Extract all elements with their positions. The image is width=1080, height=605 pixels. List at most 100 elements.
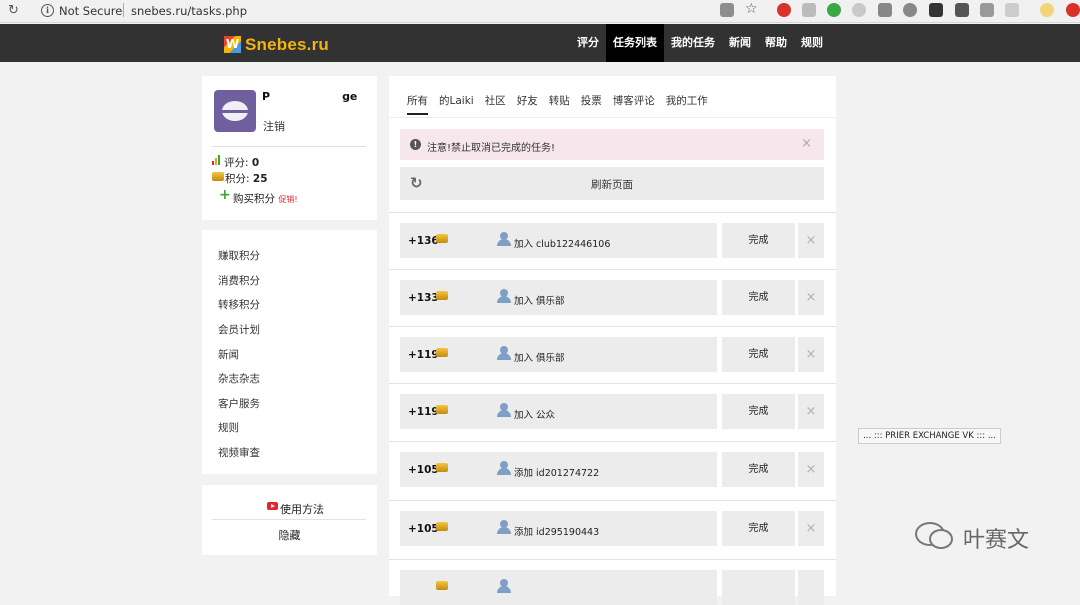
nav-item-rules[interactable]: 规则 [794, 24, 830, 62]
menu-item-spend-points[interactable]: 消费积分 [218, 273, 260, 288]
tab-friends[interactable]: 好友 [517, 93, 538, 115]
close-icon[interactable]: × [798, 511, 824, 546]
complete-button[interactable]: 完成 [722, 280, 795, 315]
complete-button[interactable]: 完成 [722, 452, 795, 487]
complete-button[interactable]: 完成 [722, 337, 795, 372]
refresh-button[interactable]: ↻ 刷新页面 [400, 167, 824, 200]
extension-icon[interactable] [929, 3, 943, 17]
coins-icon [212, 172, 224, 181]
task-link[interactable]: +119 加入 俱乐部 [400, 337, 717, 372]
divider [389, 383, 836, 384]
plus-icon: + [219, 187, 231, 203]
nav-item-news[interactable]: 新闻 [722, 24, 758, 62]
logo-text: Snebes.ru [245, 35, 329, 54]
task-description: 添加 id201274722 [514, 468, 600, 479]
task-points: +105 [408, 523, 439, 535]
extension-icon[interactable] [802, 3, 816, 17]
extension-icon[interactable] [980, 3, 994, 17]
points-label: 积分: [225, 173, 250, 185]
robot-icon[interactable] [903, 3, 917, 17]
menu-item-membership[interactable]: 会员计划 [218, 322, 260, 337]
tab-reposts[interactable]: 转贴 [549, 93, 570, 115]
task-description: 加入 公众 [514, 410, 556, 421]
group-icon [496, 232, 512, 246]
nav-item-help[interactable]: 帮助 [758, 24, 794, 62]
logo-mark-icon: W [224, 36, 241, 53]
extension-icon[interactable] [852, 3, 866, 17]
tab-blog-comments[interactable]: 博客评论 [613, 93, 655, 115]
menu-item-earn-points[interactable]: 赚取积分 [218, 248, 260, 263]
refresh-label: 刷新页面 [591, 179, 633, 191]
site-header: W Snebes.ru 评分 任务列表 我的任务 新闻 帮助 规则 [0, 24, 1080, 62]
camera-icon[interactable] [878, 3, 892, 17]
vk-exchange-widget[interactable]: ... ::: PRIER EXCHANGE VK ::: ... [858, 428, 1001, 444]
evernote-icon[interactable] [827, 3, 841, 17]
close-icon[interactable]: × [798, 337, 824, 372]
avatar[interactable] [214, 90, 256, 132]
tab-polls[interactable]: 投票 [581, 93, 602, 115]
divider [212, 519, 366, 520]
coins-icon [436, 234, 448, 243]
complete-button[interactable]: 完成 [722, 511, 795, 546]
task-link[interactable]: +136 加入 club122446106 [400, 223, 717, 258]
task-link[interactable]: +133 加入 俱乐部 [400, 280, 717, 315]
info-icon[interactable]: i [41, 4, 54, 17]
reload-icon[interactable]: ↻ [8, 3, 19, 18]
complete-button[interactable]: 完成 [722, 394, 795, 429]
menu-item-video-review[interactable]: 视频审查 [218, 445, 260, 460]
adblock-icon[interactable] [777, 3, 791, 17]
security-label: Not Secure [59, 4, 123, 18]
profile-avatar-icon[interactable] [1040, 3, 1054, 17]
logout-link[interactable]: 注销 [263, 118, 285, 134]
hide-link[interactable]: 隐藏 [202, 527, 377, 543]
translate-icon[interactable] [720, 3, 734, 17]
tab-laiki[interactable]: 的Laiki [439, 93, 474, 115]
complete-button[interactable]: 完成 [722, 223, 795, 258]
user-icon [496, 461, 512, 475]
profile-panel: Pge 注销 评分: 0 积分: 25 + 购买积分 促销! [202, 76, 377, 220]
extension-icon[interactable] [1066, 3, 1080, 17]
divider [389, 269, 836, 270]
divider [389, 212, 836, 213]
buy-points-label: 购买积分 [233, 193, 275, 205]
bookmark-star-icon[interactable]: ☆ [745, 1, 758, 17]
close-icon[interactable]: × [798, 452, 824, 487]
close-icon[interactable] [798, 570, 824, 605]
username: Pge [262, 90, 358, 103]
group-icon [496, 403, 512, 417]
nav-item-my-tasks[interactable]: 我的任务 [664, 24, 722, 62]
nav-item-rating[interactable]: 评分 [570, 24, 606, 62]
coins-icon [436, 291, 448, 300]
menu-item-news[interactable]: 新闻 [218, 347, 239, 362]
close-icon[interactable]: × [798, 223, 824, 258]
divider [389, 559, 836, 560]
complete-button[interactable] [722, 570, 795, 605]
task-link[interactable] [400, 570, 717, 605]
close-icon[interactable]: × [801, 136, 812, 151]
menu-item-rules[interactable]: 规则 [218, 420, 239, 435]
menu-item-magazine[interactable]: 杂志杂志 [218, 371, 260, 386]
points-value: 25 [252, 173, 268, 185]
usage-link[interactable]: 使用方法 [280, 501, 324, 517]
menu-item-support[interactable]: 客户服务 [218, 396, 260, 411]
extension-icon[interactable] [955, 3, 969, 17]
nav-item-task-list[interactable]: 任务列表 [606, 24, 664, 62]
task-link[interactable]: +105 添加 id201274722 [400, 452, 717, 487]
task-link[interactable]: +105 添加 id295190443 [400, 511, 717, 546]
task-description: 添加 id295190443 [514, 527, 600, 538]
close-icon[interactable]: × [798, 280, 824, 315]
tab-my-work[interactable]: 我的工作 [666, 93, 708, 115]
address-bar[interactable]: snebes.ru/tasks.php [131, 4, 247, 18]
tab-community[interactable]: 社区 [485, 93, 506, 115]
menu-item-transfer-points[interactable]: 转移积分 [218, 297, 260, 312]
tab-all[interactable]: 所有 [407, 93, 428, 115]
task-link[interactable]: +119 加入 公众 [400, 394, 717, 429]
close-icon[interactable]: × [798, 394, 824, 429]
alert-icon: ! [410, 139, 421, 150]
help-panel: 使用方法 隐藏 [202, 485, 377, 555]
task-row [400, 570, 824, 605]
buy-points-link[interactable]: + 购买积分 促销! [219, 187, 298, 206]
side-menu: 赚取积分 消费积分 转移积分 会员计划 新闻 杂志杂志 客户服务 规则 视频审查 [202, 230, 377, 474]
extension-icon[interactable] [1005, 3, 1019, 17]
task-points: +119 [408, 406, 439, 418]
